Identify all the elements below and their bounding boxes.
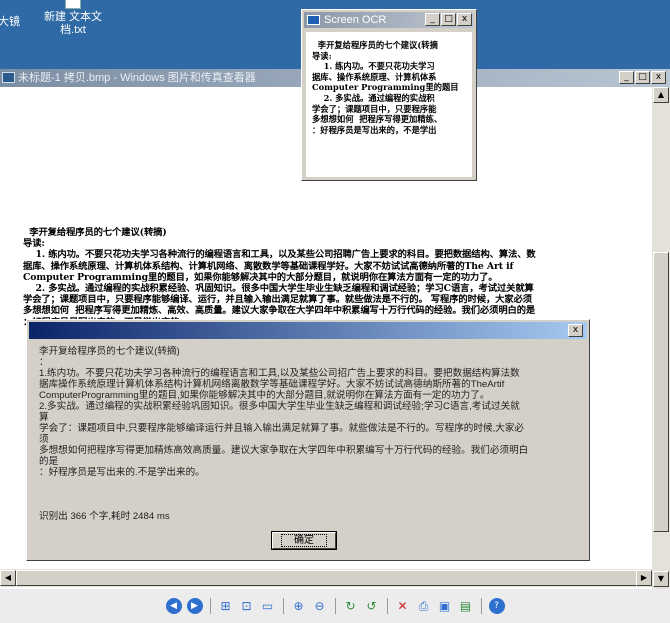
ocr-result-dialog-titlebar[interactable]: x: [29, 322, 587, 339]
viewer-app-icon: [2, 72, 15, 83]
screen-ocr-maximize-button[interactable]: □: [441, 13, 456, 26]
minimize-button[interactable]: _: [619, 71, 634, 84]
toolbar-separator: [386, 598, 388, 614]
text-file-icon: [65, 0, 81, 9]
actual-size-icon[interactable]: ⊡: [239, 598, 255, 614]
image-text-content: 李开复给程序员的七个建议(转摘) 导读: 1. 练内功。不要只花功夫学习各种流行…: [23, 227, 536, 328]
horizontal-scrollbar[interactable]: ◀ ▶: [0, 569, 652, 587]
screen-ocr-minimize-button[interactable]: _: [425, 13, 440, 26]
zoom-out-icon[interactable]: ⊖: [312, 598, 328, 614]
save-icon[interactable]: ▣: [437, 598, 453, 614]
vertical-scroll-thumb[interactable]: [653, 252, 669, 532]
screen-ocr-window-controls: _ □ x: [425, 13, 472, 26]
maximize-button[interactable]: □: [635, 71, 650, 84]
vertical-scrollbar[interactable]: ▲ ▼: [652, 87, 670, 589]
open-icon[interactable]: ▤: [458, 598, 474, 614]
horizontal-scroll-thumb[interactable]: [16, 570, 646, 586]
ok-button[interactable]: 确定: [271, 531, 337, 550]
dialog-close-button[interactable]: x: [568, 324, 583, 337]
toolbar-separator: [334, 598, 336, 614]
desktop-icon-magnifier-label: 大镜: [0, 16, 20, 28]
slideshow-icon[interactable]: ▭: [260, 598, 276, 614]
close-button[interactable]: x: [651, 71, 666, 84]
screen-ocr-titlebar[interactable]: Screen OCR _ □ x: [304, 12, 474, 28]
ocr-result-summary: 识别出 366 个字,耗时 2484 ms: [39, 511, 170, 522]
screen-ocr-app-icon: [307, 15, 320, 25]
print-icon[interactable]: ⎙: [416, 598, 432, 614]
scroll-down-arrow-icon[interactable]: ▼: [653, 571, 669, 587]
previous-image-icon[interactable]: ◀: [165, 598, 182, 614]
scroll-right-arrow-icon[interactable]: ▶: [636, 570, 652, 586]
toolbar-separator: [480, 598, 482, 614]
screen-ocr-window: Screen OCR _ □ x 李开复给程序员的七个建议(转摘 导读: 1. …: [301, 9, 477, 181]
desktop-icon-magnifier[interactable]: 大镜: [0, 16, 20, 29]
scroll-left-arrow-icon[interactable]: ◀: [0, 570, 16, 586]
viewer-window-controls: _ □ x: [619, 71, 666, 84]
rotate-clockwise-icon[interactable]: ↻: [343, 598, 359, 614]
ok-button-label: 确定: [281, 534, 327, 547]
screen-ocr-preview-text: 李开复给程序员的七个建议(转摘 导读: 1. 练内功。不要只花功夫学习 据库、操…: [312, 40, 459, 135]
zoom-in-icon[interactable]: ⊕: [291, 598, 307, 614]
screen-ocr-preview: 李开复给程序员的七个建议(转摘 导读: 1. 练内功。不要只花功夫学习 据库、操…: [306, 32, 472, 177]
toolbar-separator: [209, 598, 211, 614]
rotate-counterclockwise-icon[interactable]: ↺: [364, 598, 380, 614]
toolbar-separator: [282, 598, 284, 614]
screen-ocr-close-button[interactable]: x: [457, 13, 472, 26]
delete-icon[interactable]: ✕: [395, 598, 411, 614]
help-icon[interactable]: ?: [488, 598, 505, 614]
ocr-result-dialog: x 李开复给程序员的七个建议(转摘) ： 1.练内功。不要只花功夫学习各种流行的…: [26, 319, 590, 561]
best-fit-icon[interactable]: ⊞: [218, 598, 234, 614]
viewer-toolbar: ◀ ▶ ⊞ ⊡ ▭ ⊕ ⊖ ↻ ↺ ✕ ⎙ ▣ ▤ ?: [0, 589, 670, 623]
viewer-title: 未标题-1 拷贝.bmp - Windows 图片和传真查看器: [18, 72, 256, 84]
screen-ocr-title: Screen OCR: [324, 14, 387, 26]
next-image-icon[interactable]: ▶: [186, 598, 203, 614]
desktop-icon-text-file-label: 新建 文本文 档.txt: [43, 11, 103, 36]
scroll-up-arrow-icon[interactable]: ▲: [653, 87, 669, 103]
ocr-result-text: 李开复给程序员的七个建议(转摘) ： 1.练内功。不要只花功夫学习各种流行的编程…: [39, 346, 529, 478]
desktop-icon-text-file[interactable]: 新建 文本文 档.txt: [42, 0, 104, 37]
